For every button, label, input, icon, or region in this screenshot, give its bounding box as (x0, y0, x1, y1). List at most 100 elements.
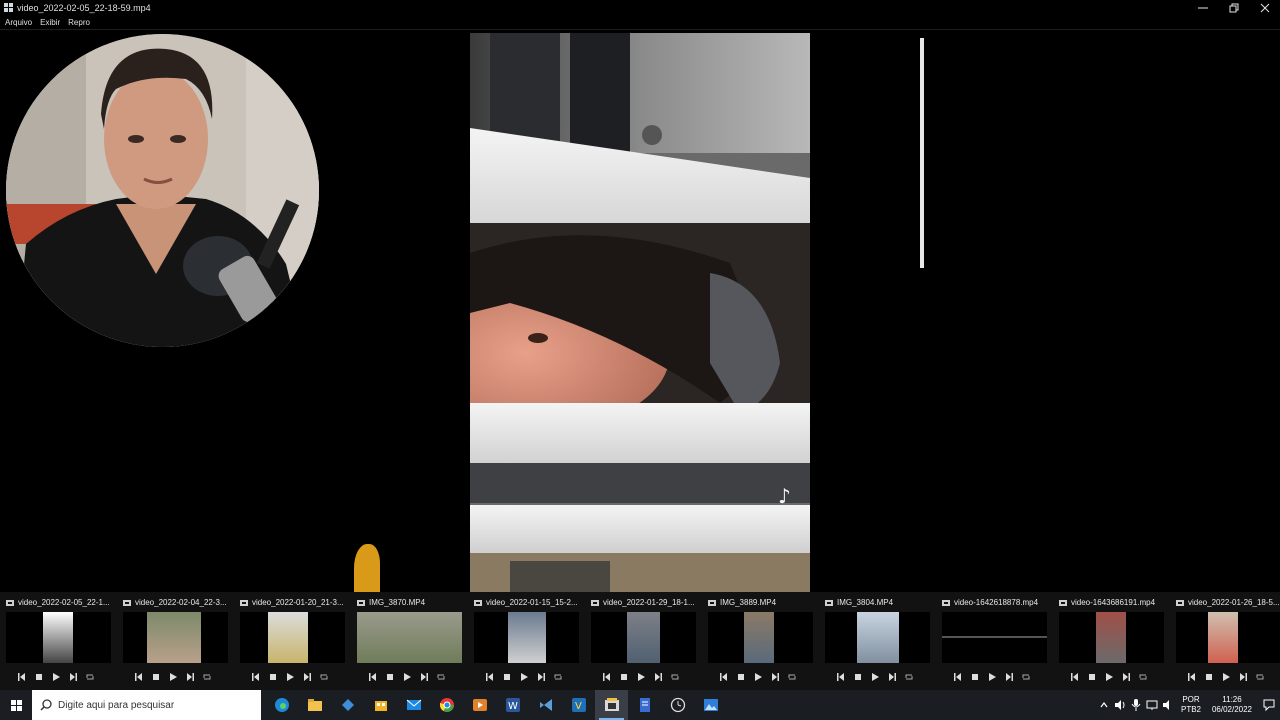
play-button[interactable] (870, 672, 880, 682)
previous-button[interactable] (134, 672, 144, 682)
minimize-button[interactable] (1187, 0, 1218, 15)
tray-mic[interactable] (1128, 690, 1144, 720)
play-button[interactable] (1104, 672, 1114, 682)
previous-button[interactable] (1187, 672, 1197, 682)
taskbar-clock[interactable]: 11:26 06/02/2022 (1206, 695, 1258, 715)
playlist-item[interactable]: IMG_3870.MP4 (351, 592, 468, 690)
playlist-item-preview[interactable] (708, 612, 813, 663)
playlist-item[interactable]: video-1642618878.mp4 (936, 592, 1053, 690)
next-button[interactable] (68, 672, 78, 682)
app-3[interactable] (331, 690, 364, 720)
word-app[interactable]: W (496, 690, 529, 720)
stop-button[interactable] (736, 672, 746, 682)
stop-button[interactable] (970, 672, 980, 682)
next-button[interactable] (1121, 672, 1131, 682)
next-button[interactable] (1004, 672, 1014, 682)
playlist-item[interactable]: video_2022-01-26_18-5... (1170, 592, 1280, 690)
play-button[interactable] (753, 672, 763, 682)
next-button[interactable] (770, 672, 780, 682)
play-button[interactable] (402, 672, 412, 682)
tray-expand[interactable] (1096, 690, 1112, 720)
clock-app[interactable] (661, 690, 694, 720)
chrome-app[interactable] (430, 690, 463, 720)
playlist-item[interactable]: video_2022-02-05_22-1... (0, 592, 117, 690)
playlist-item[interactable]: IMG_3804.MP4 (819, 592, 936, 690)
tray-volume[interactable] (1112, 690, 1128, 720)
loop-button[interactable] (904, 672, 914, 682)
restore-button[interactable] (1218, 0, 1249, 15)
loop-button[interactable] (553, 672, 563, 682)
loop-button[interactable] (436, 672, 446, 682)
previous-button[interactable] (953, 672, 963, 682)
loop-button[interactable] (1021, 672, 1031, 682)
playlist-item-preview[interactable] (357, 612, 462, 663)
close-button[interactable] (1249, 0, 1280, 15)
play-button[interactable] (168, 672, 178, 682)
store-app[interactable] (364, 690, 397, 720)
tray-speaker2[interactable] (1160, 690, 1176, 720)
playlist-item-preview[interactable] (825, 612, 930, 663)
notification-center[interactable] (1258, 690, 1280, 720)
next-button[interactable] (536, 672, 546, 682)
previous-button[interactable] (836, 672, 846, 682)
mail-app[interactable] (397, 690, 430, 720)
loop-button[interactable] (670, 672, 680, 682)
loop-button[interactable] (319, 672, 329, 682)
loop-button[interactable] (1138, 672, 1148, 682)
stop-button[interactable] (151, 672, 161, 682)
photos-app[interactable] (694, 690, 727, 720)
loop-button[interactable] (1255, 672, 1265, 682)
playlist-item-preview[interactable] (1176, 612, 1280, 663)
play-button[interactable] (987, 672, 997, 682)
previous-button[interactable] (17, 672, 27, 682)
stop-button[interactable] (1204, 672, 1214, 682)
play-button[interactable] (519, 672, 529, 682)
menu-arquivo[interactable]: Arquivo (5, 18, 32, 27)
file-explorer-app[interactable] (298, 690, 331, 720)
stop-button[interactable] (268, 672, 278, 682)
previous-button[interactable] (1070, 672, 1080, 682)
previous-button[interactable] (368, 672, 378, 682)
play-button[interactable] (1221, 672, 1231, 682)
language-indicator[interactable]: POR PTB2 (1176, 695, 1206, 715)
video-frame[interactable]: ♪ (470, 33, 810, 592)
playlist-item-preview[interactable] (123, 612, 228, 663)
video-player-app[interactable] (595, 690, 628, 720)
loop-button[interactable] (787, 672, 797, 682)
menu-exibir[interactable]: Exibir (40, 18, 60, 27)
taskbar-search[interactable]: Digite aqui para pesquisar (32, 690, 261, 720)
loop-button[interactable] (202, 672, 212, 682)
previous-button[interactable] (602, 672, 612, 682)
play-button[interactable] (636, 672, 646, 682)
v-app[interactable]: V (562, 690, 595, 720)
previous-button[interactable] (485, 672, 495, 682)
playlist-item-preview[interactable] (1059, 612, 1164, 663)
playlist-item-preview[interactable] (474, 612, 579, 663)
playlist-item[interactable]: video_2022-01-29_18-1... (585, 592, 702, 690)
edge-app[interactable] (265, 690, 298, 720)
playlist-item-preview[interactable] (6, 612, 111, 663)
next-button[interactable] (419, 672, 429, 682)
play-button[interactable] (285, 672, 295, 682)
playlist-item[interactable]: video-1643686191.mp4 (1053, 592, 1170, 690)
playlist-item[interactable]: IMG_3889.MP4 (702, 592, 819, 690)
next-button[interactable] (653, 672, 663, 682)
previous-button[interactable] (251, 672, 261, 682)
playlist-item-preview[interactable] (591, 612, 696, 663)
loop-button[interactable] (85, 672, 95, 682)
video-stage[interactable]: ♪ (0, 30, 1280, 592)
media-app[interactable] (463, 690, 496, 720)
start-button[interactable] (0, 690, 32, 720)
previous-button[interactable] (719, 672, 729, 682)
notepad-app[interactable] (628, 690, 661, 720)
stop-button[interactable] (385, 672, 395, 682)
tray-network[interactable] (1144, 690, 1160, 720)
stop-button[interactable] (619, 672, 629, 682)
playlist-item-preview[interactable] (942, 612, 1047, 663)
next-button[interactable] (302, 672, 312, 682)
playlist-item[interactable]: video_2022-01-20_21-3... (234, 592, 351, 690)
menu-reproduzir[interactable]: Repro (68, 18, 90, 27)
play-button[interactable] (51, 672, 61, 682)
stop-button[interactable] (34, 672, 44, 682)
stop-button[interactable] (1087, 672, 1097, 682)
